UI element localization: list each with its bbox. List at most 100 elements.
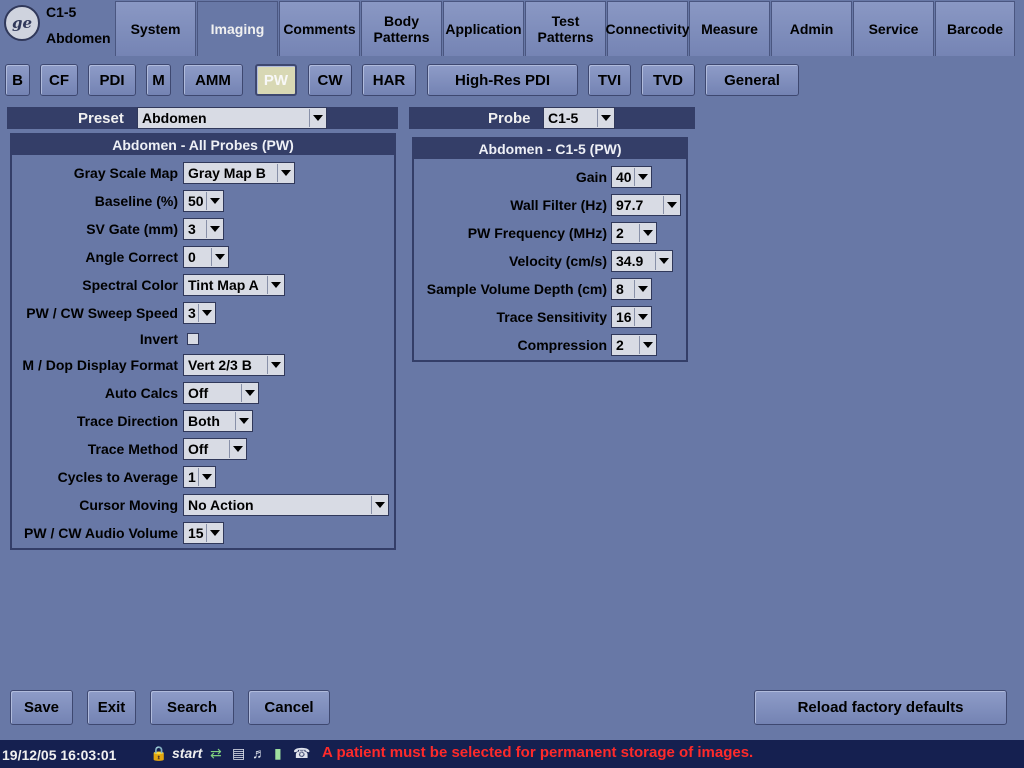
baseline-select[interactable]: 50 (183, 190, 224, 212)
mode-label: PDI (99, 71, 125, 89)
mode-pdi-button[interactable]: PDI (88, 64, 136, 96)
probe-select[interactable]: C1-5 (543, 107, 615, 129)
mode-m-button[interactable]: M (146, 64, 171, 96)
mode-amm-button[interactable]: AMM (183, 64, 243, 96)
tab-imaging[interactable]: Imaging (197, 1, 278, 56)
mode-tvd-button[interactable]: TVD (641, 64, 695, 96)
select-value: Vert 2/3 B (188, 357, 252, 373)
tab-service[interactable]: Service (853, 1, 934, 56)
left-panel-title: Abdomen - All Probes (PW) (12, 135, 394, 155)
mode-har-button[interactable]: HAR (362, 64, 416, 96)
tab-label: Comments (283, 21, 356, 37)
select-value: 8 (616, 281, 624, 297)
mode-cf-button[interactable]: CF (40, 64, 78, 96)
velocity-select[interactable]: 34.9 (611, 250, 673, 272)
mode-label: CF (49, 71, 69, 89)
cycles-to-average-select[interactable]: 1 (183, 466, 216, 488)
tab-connectivity[interactable]: Connectivity (606, 1, 690, 56)
sweep-speed-select[interactable]: 3 (183, 302, 216, 324)
button-label: Reload factory defaults (797, 699, 964, 716)
select-value: No Action (188, 497, 254, 513)
tab-label: Imaging (210, 21, 265, 37)
trace-method-label: Trace Method (87, 441, 178, 457)
preset-select[interactable]: Abdomen (137, 107, 327, 129)
tab-system[interactable]: System (115, 1, 196, 56)
tab-application[interactable]: Application (443, 1, 524, 56)
gray-scale-map-select[interactable]: Gray Map B (183, 162, 295, 184)
gain-select[interactable]: 40 (611, 166, 652, 188)
mode-cw-button[interactable]: CW (308, 64, 352, 96)
invert-checkbox[interactable] (187, 333, 199, 345)
reload-factory-defaults-button[interactable]: Reload factory defaults (754, 690, 1007, 725)
chevron-down-icon (655, 252, 671, 270)
pw-frequency-select[interactable]: 2 (611, 222, 657, 244)
mode-b-button[interactable]: B (5, 64, 30, 96)
trace-sensitivity-select[interactable]: 16 (611, 306, 652, 328)
compression-label: Compression (517, 337, 607, 353)
tab-barcode[interactable]: Barcode (935, 1, 1015, 56)
chevron-down-icon (229, 440, 245, 458)
mode-label: CW (317, 71, 343, 89)
right-panel-title: Abdomen - C1-5 (PW) (414, 139, 686, 159)
select-value: 50 (188, 193, 204, 209)
gray-scale-map-label: Gray Scale Map (73, 165, 178, 181)
preset-select-value: Abdomen (142, 110, 207, 126)
trace-direction-label: Trace Direction (76, 413, 178, 429)
chevron-down-icon (639, 224, 655, 242)
tab-admin[interactable]: Admin (771, 1, 852, 56)
display-format-select[interactable]: Vert 2/3 B (183, 354, 285, 376)
current-preset: Abdomen (46, 30, 111, 46)
spectral-color-label: Spectral Color (82, 277, 178, 293)
save-button[interactable]: Save (10, 690, 73, 725)
tab-test-patterns[interactable]: Test Patterns (525, 1, 606, 56)
chevron-down-icon (597, 109, 613, 127)
mode-pw-button[interactable]: PW (255, 64, 297, 96)
cancel-button[interactable]: Cancel (248, 690, 330, 725)
mode-tvi-button[interactable]: TVI (588, 64, 631, 96)
select-value: 3 (188, 305, 196, 321)
tab-label: Test Patterns (537, 13, 594, 45)
tab-comments[interactable]: Comments (279, 1, 360, 56)
tab-body-patterns[interactable]: Body Patterns (361, 1, 442, 56)
chevron-down-icon (277, 164, 293, 182)
mode-label: General (724, 71, 780, 89)
tab-label: Admin (789, 21, 834, 37)
mode-general-button[interactable]: General (705, 64, 799, 96)
gain-label: Gain (575, 169, 607, 185)
spectral-color-select[interactable]: Tint Map A (183, 274, 285, 296)
cursor-moving-label: Cursor Moving (79, 497, 178, 513)
search-button[interactable]: Search (150, 690, 234, 725)
wall-filter-select[interactable]: 97.7 (611, 194, 681, 216)
chevron-down-icon (235, 412, 251, 430)
cursor-moving-select[interactable]: No Action (183, 494, 389, 516)
select-value: 34.9 (616, 253, 644, 269)
button-label: Search (166, 699, 218, 716)
chevron-down-icon (371, 496, 387, 514)
select-value: 3 (188, 221, 196, 237)
angle-correct-select[interactable]: 0 (183, 246, 229, 268)
exit-button[interactable]: Exit (87, 690, 136, 725)
select-value: Gray Map B (188, 165, 266, 181)
baseline-label: Baseline (%) (94, 193, 178, 209)
tab-measure[interactable]: Measure (689, 1, 770, 56)
compression-select[interactable]: 2 (611, 334, 657, 356)
sv-gate-select[interactable]: 3 (183, 218, 224, 240)
mode-label: PW (263, 71, 289, 89)
start-button[interactable]: start (172, 745, 202, 761)
mode-high-res-pdi-button[interactable]: High-Res PDI (427, 64, 578, 96)
button-label: Exit (97, 699, 126, 716)
chevron-down-icon (267, 276, 283, 294)
mode-label: High-Res PDI (454, 71, 550, 89)
cycles-to-average-label: Cycles to Average (57, 469, 178, 485)
tab-label: Barcode (946, 21, 1004, 37)
trace-method-select[interactable]: Off (183, 438, 247, 460)
chevron-down-icon (198, 468, 214, 486)
network-icon: ⇄ (210, 745, 222, 761)
chevron-down-icon (309, 109, 325, 127)
trace-direction-select[interactable]: Both (183, 410, 253, 432)
select-value: 2 (616, 225, 624, 241)
lock-icon: 🔒 (150, 745, 168, 761)
audio-volume-select[interactable]: 15 (183, 522, 224, 544)
sample-volume-depth-select[interactable]: 8 (611, 278, 652, 300)
auto-calcs-select[interactable]: Off (183, 382, 259, 404)
